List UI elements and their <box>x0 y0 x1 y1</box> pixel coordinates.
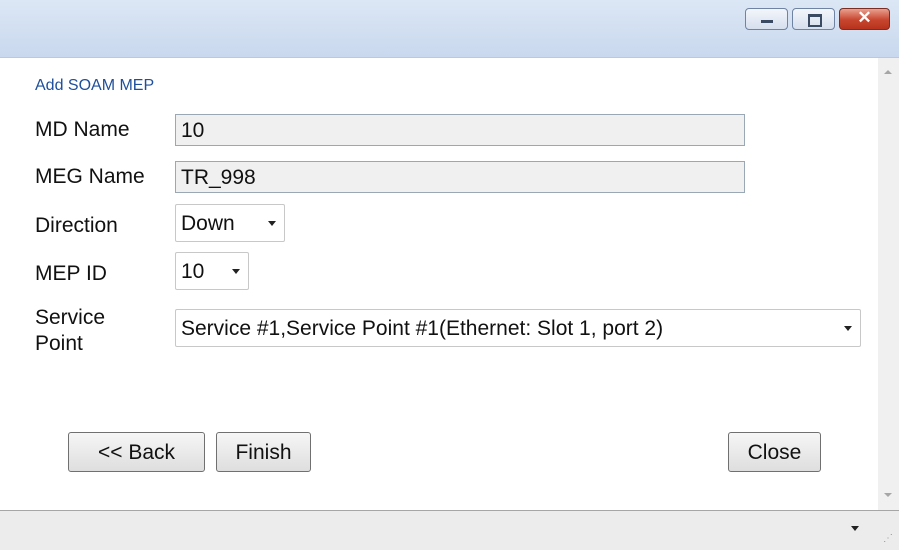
direction-value: Down <box>181 212 235 235</box>
mep-id-value: 10 <box>181 260 205 283</box>
scroll-down-icon[interactable] <box>884 493 892 497</box>
service-point-label: Service Point <box>35 305 105 357</box>
title-bar: ✕ <box>0 0 899 58</box>
service-point-label-line2: Point <box>35 332 83 355</box>
close-window-button[interactable]: ✕ <box>839 8 890 30</box>
service-point-select[interactable]: Service #1,Service Point #1(Ethernet: Sl… <box>175 309 861 347</box>
chevron-down-icon <box>268 221 276 226</box>
dialog-heading: Add SOAM MEP <box>35 77 155 94</box>
direction-label: Direction <box>35 214 118 237</box>
dialog-content: Add SOAM MEP MD Name 10 MEG Name TR_998 … <box>0 58 878 510</box>
status-bar: ⋰ <box>0 510 899 550</box>
maximize-button[interactable] <box>792 8 835 30</box>
scroll-up-icon[interactable] <box>884 70 892 74</box>
md-name-label: MD Name <box>35 118 130 141</box>
mep-id-select[interactable]: 10 <box>175 252 249 290</box>
meg-name-label: MEG Name <box>35 165 145 188</box>
close-icon: ✕ <box>857 8 872 27</box>
maximize-icon <box>808 14 822 27</box>
close-button[interactable]: Close <box>728 432 821 472</box>
finish-button[interactable]: Finish <box>216 432 311 472</box>
direction-select[interactable]: Down <box>175 204 285 242</box>
mep-id-label: MEP ID <box>35 262 107 285</box>
back-button[interactable]: << Back <box>68 432 205 472</box>
chevron-down-icon <box>844 326 852 331</box>
service-point-value: Service #1,Service Point #1(Ethernet: Sl… <box>181 317 664 340</box>
chevron-down-icon[interactable] <box>851 526 859 531</box>
md-name-field[interactable]: 10 <box>175 114 745 146</box>
minimize-icon <box>761 20 773 23</box>
service-point-label-line1: Service <box>35 306 106 329</box>
vertical-scrollbar[interactable] <box>878 58 899 510</box>
chevron-down-icon <box>232 269 240 274</box>
meg-name-field[interactable]: TR_998 <box>175 161 745 193</box>
minimize-button[interactable] <box>745 8 788 30</box>
resize-grip-icon[interactable]: ⋰ <box>883 533 893 544</box>
